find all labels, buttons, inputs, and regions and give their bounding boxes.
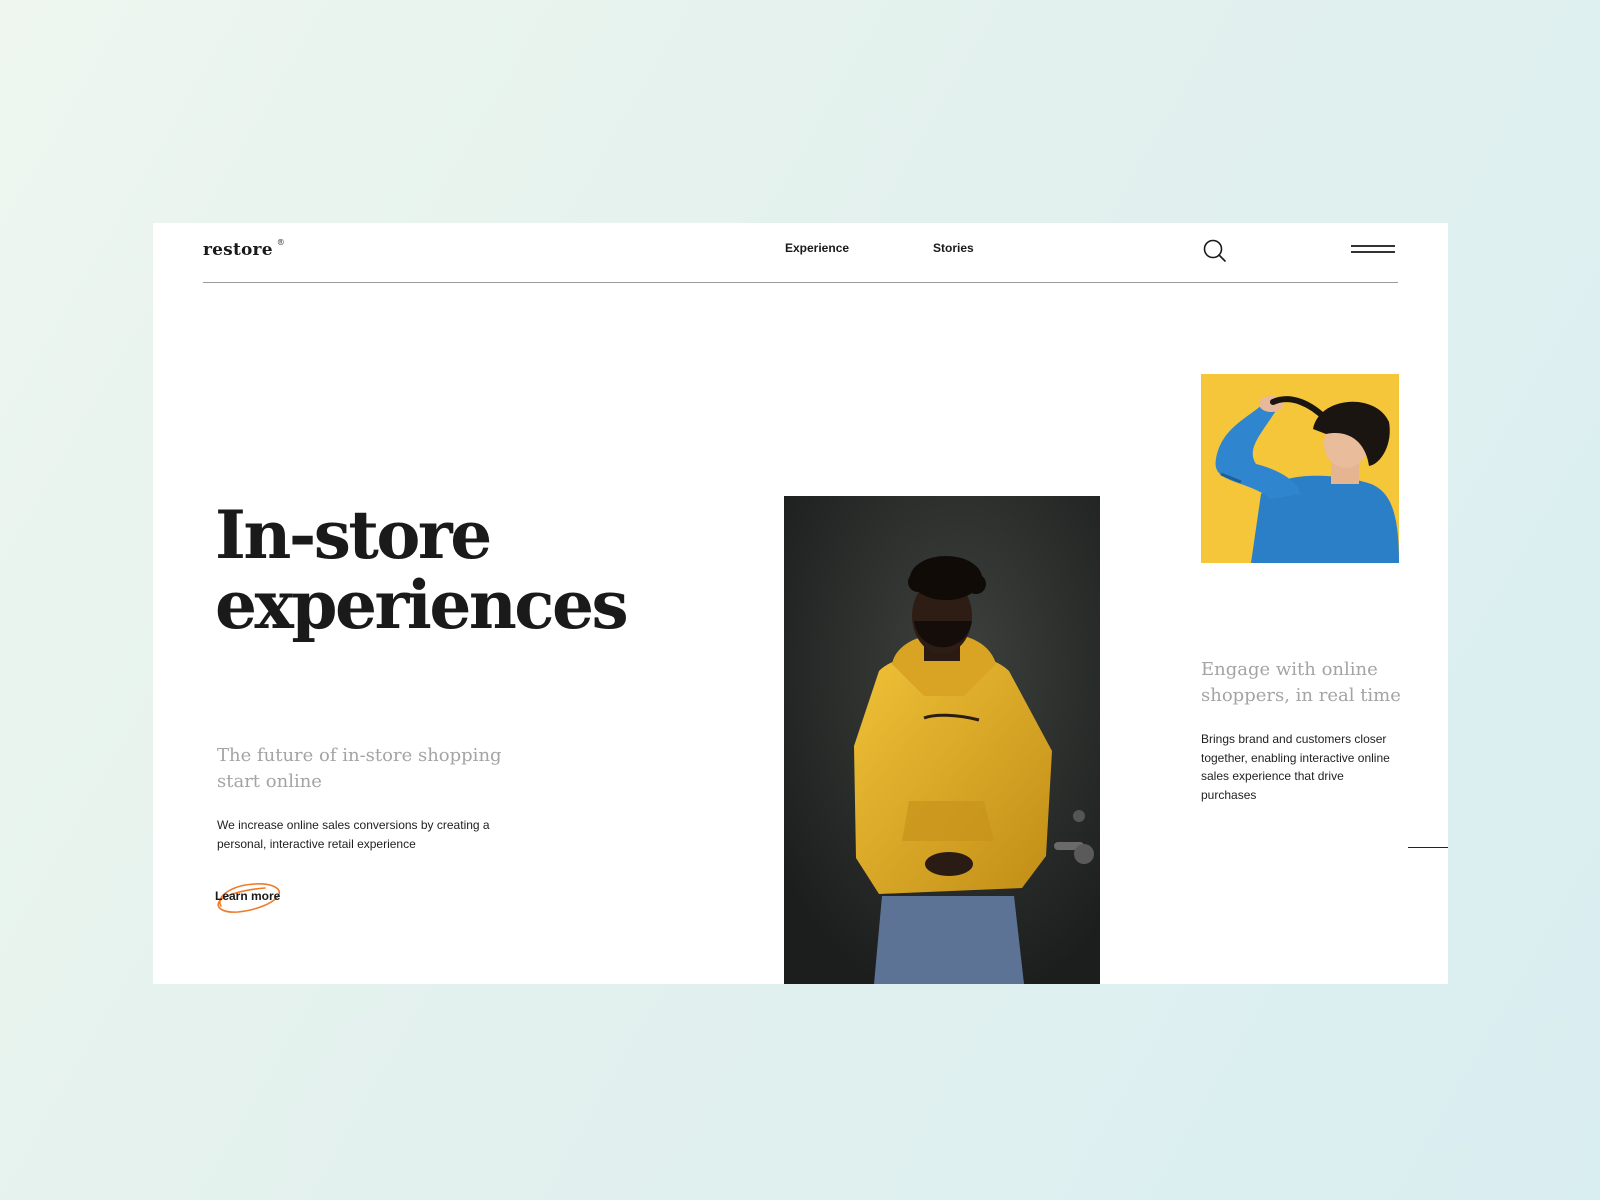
brand-name: restore bbox=[203, 240, 273, 260]
landing-page-frame: restore ® Experience Stories In-store exp… bbox=[153, 223, 1448, 984]
slide-indicator[interactable] bbox=[1408, 847, 1448, 848]
hero-title-line-1: In-store bbox=[215, 496, 492, 574]
brand-logo[interactable]: restore ® bbox=[203, 238, 285, 260]
hero-title-line-2: experiences bbox=[215, 566, 629, 644]
nav-stories[interactable]: Stories bbox=[933, 241, 974, 255]
hero-title: In-store experiences bbox=[215, 496, 629, 644]
learn-more-link[interactable]: Learn more bbox=[215, 880, 285, 916]
engage-body-text: Brings brand and customers closer togeth… bbox=[1201, 732, 1390, 802]
woman-denim-jacket-yellow-background-photo bbox=[1201, 374, 1399, 563]
hero-body-text: We increase online sales conversions by … bbox=[217, 818, 490, 851]
learn-more-label: Learn more bbox=[215, 889, 281, 903]
hero-subheading: The future of in-store shopping start on… bbox=[217, 745, 502, 792]
registered-mark: ® bbox=[276, 238, 285, 248]
search-icon[interactable] bbox=[1202, 238, 1228, 264]
nav-experience[interactable]: Experience bbox=[785, 241, 849, 255]
header-divider bbox=[203, 282, 1398, 283]
man-in-yellow-hoodie-photo bbox=[784, 496, 1100, 984]
hamburger-menu-icon[interactable] bbox=[1351, 243, 1397, 257]
engage-heading: Engage with online shoppers, in real tim… bbox=[1201, 659, 1401, 706]
